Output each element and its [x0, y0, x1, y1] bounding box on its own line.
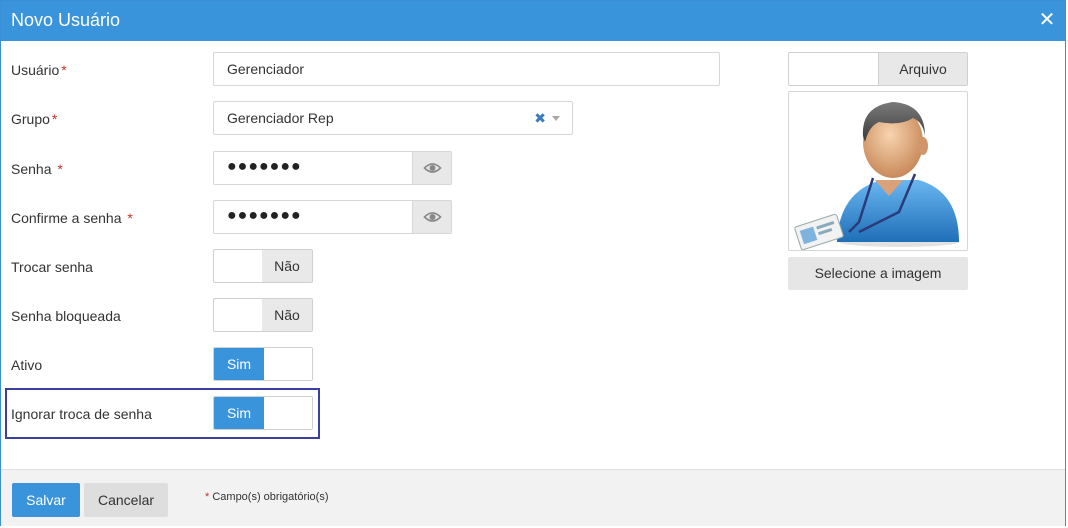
senha-bloqueada-label: Senha bloqueada [11, 308, 121, 324]
required-mark: * [51, 111, 58, 127]
usuario-label-text: Usuário [11, 62, 60, 78]
grupo-value: Gerenciador Rep [227, 110, 334, 126]
new-user-dialog: Novo Usuário ✕ Usuário * Gerenciador Grup… [0, 0, 1066, 526]
chevron-down-icon[interactable] [552, 116, 560, 121]
confirme-label-text: Confirme a senha [11, 210, 122, 226]
dialog-footer: Salvar Cancelar * Campo(s) obrigatório(s… [1, 469, 1065, 526]
grupo-label-text: Grupo [11, 111, 50, 127]
show-password-button[interactable] [412, 152, 451, 184]
required-mark: * [61, 62, 67, 78]
ativo-label: Ativo [11, 357, 43, 373]
ativo-toggle[interactable]: Sim [213, 347, 313, 381]
senha-label: Senha * [11, 161, 63, 177]
ignorar-troca-label: Ignorar troca de senha [11, 406, 152, 422]
save-button[interactable]: Salvar [12, 483, 80, 517]
confirme-senha-input[interactable]: ●●●●●●● [213, 200, 452, 234]
required-mark: * [57, 161, 63, 177]
required-mark: * [127, 210, 133, 226]
select-image-button[interactable]: Selecione a imagem [788, 257, 968, 290]
trocar-senha-label: Trocar senha [11, 259, 93, 275]
usuario-label: Usuário * [11, 62, 67, 78]
toggle-state: Não [262, 250, 312, 282]
dialog-header: Novo Usuário ✕ [1, 1, 1065, 41]
confirme-label: Confirme a senha * [11, 210, 133, 226]
grupo-label: Grupo * [11, 111, 57, 127]
senha-bloqueada-toggle[interactable]: Não [213, 298, 313, 332]
trocar-senha-toggle[interactable]: Não [213, 249, 313, 283]
senha-label-text: Senha [11, 161, 52, 177]
usuario-value: Gerenciador [227, 61, 305, 77]
toggle-state: Sim [214, 348, 264, 380]
confirme-value: ●●●●●●● [227, 207, 302, 224]
toggle-state: Sim [214, 397, 264, 429]
usuario-input[interactable]: Gerenciador [213, 52, 720, 86]
eye-icon [423, 163, 442, 173]
grupo-select[interactable]: Gerenciador Rep ✖ [213, 101, 573, 135]
avatar-preview [788, 91, 968, 251]
user-avatar-icon [794, 102, 959, 251]
eye-icon [423, 212, 442, 222]
ignorar-troca-toggle[interactable]: Sim [213, 396, 313, 430]
show-password-button[interactable] [412, 201, 451, 233]
senha-input[interactable]: ●●●●●●● [213, 151, 452, 185]
dialog-title: Novo Usuário [11, 10, 121, 30]
required-note: * Campo(s) obrigatório(s) [203, 491, 329, 503]
senha-value: ●●●●●●● [227, 158, 302, 175]
close-icon[interactable]: ✕ [1037, 10, 1057, 30]
required-mark: * [205, 491, 210, 503]
clear-selection-icon[interactable]: ✖ [534, 110, 546, 127]
cancel-button[interactable]: Cancelar [84, 483, 168, 517]
file-input[interactable]: Arquivo [788, 52, 968, 86]
required-note-text: Campo(s) obrigatório(s) [212, 491, 329, 503]
arquivo-button[interactable]: Arquivo [878, 53, 967, 85]
toggle-state: Não [262, 299, 312, 331]
